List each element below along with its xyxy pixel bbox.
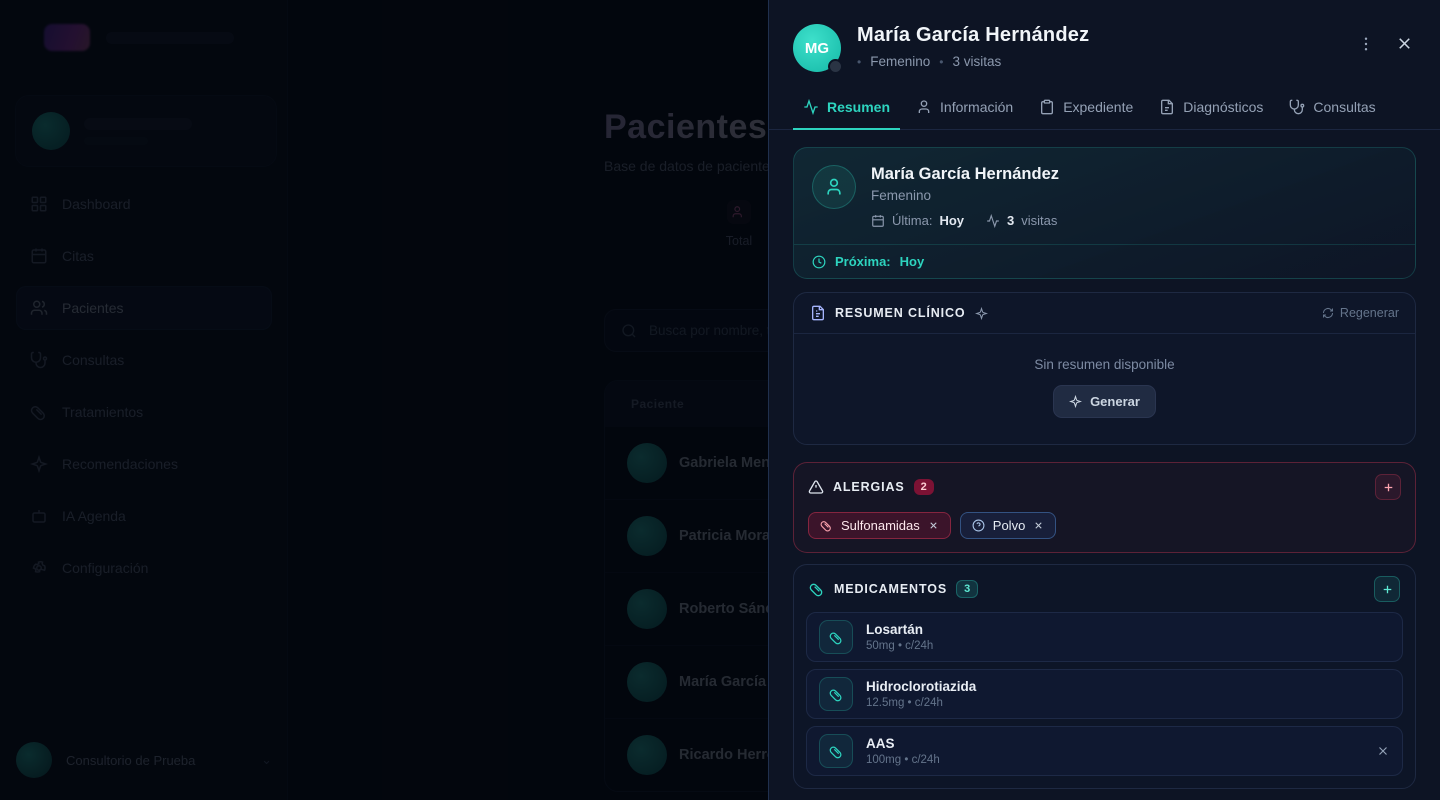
medication-name: Hidroclorotiazida (866, 679, 976, 694)
stethoscope-icon (1289, 99, 1305, 115)
drawer-patient-name: María García Hernández (857, 24, 1339, 47)
medications-count-badge: 3 (956, 580, 978, 598)
warning-triangle-icon (808, 479, 824, 495)
add-medication-button[interactable] (1374, 576, 1400, 602)
refresh-icon (1322, 307, 1334, 319)
tab-label: Consultas (1313, 99, 1375, 115)
close-icon (1395, 34, 1414, 53)
drawer-content: María García Hernández Femenino Última: … (769, 130, 1440, 800)
add-allergy-button[interactable] (1375, 474, 1401, 500)
help-circle-icon (972, 519, 985, 532)
patient-icon (812, 165, 856, 209)
regenerate-button[interactable]: Regenerar (1322, 306, 1399, 320)
tab-label: Información (940, 99, 1013, 115)
remove-allergy-icon[interactable] (928, 520, 939, 531)
medication-item[interactable]: Losartán 50mg • c/24h (806, 612, 1403, 662)
next-appointment-row: Próxima: Hoy (794, 244, 1415, 278)
clock-icon (812, 255, 826, 269)
close-icon (1376, 744, 1390, 758)
drawer-tabs: Resumen Información Expediente Diagnósti… (769, 84, 1440, 130)
allergy-label: Polvo (993, 518, 1026, 533)
medication-dose: 12.5mg • c/24h (866, 697, 976, 709)
close-drawer-button[interactable] (1393, 32, 1416, 55)
drawer-header: MG María García Hernández • Femenino • 3… (769, 0, 1440, 84)
summary-empty-text: Sin resumen disponible (814, 357, 1395, 372)
more-options-button[interactable] (1355, 33, 1377, 55)
tab-resumen[interactable]: Resumen (793, 84, 900, 130)
bullet: • (939, 55, 943, 69)
activity-icon (986, 214, 1000, 228)
next-value: Hoy (900, 254, 925, 269)
visits-count: 3 (1007, 213, 1014, 228)
allergies-title: ALERGIAS (833, 480, 905, 494)
pill-icon (819, 620, 853, 654)
generate-button[interactable]: Generar (1053, 385, 1156, 418)
card-patient-name: María García Hernández (871, 165, 1059, 184)
patient-summary-card: María García Hernández Femenino Última: … (793, 147, 1416, 279)
tab-informacion[interactable]: Información (906, 84, 1023, 130)
next-label: Próxima: (835, 254, 891, 269)
medication-name: AAS (866, 736, 940, 751)
activity-icon (803, 99, 819, 115)
regenerate-label: Regenerar (1340, 306, 1399, 320)
tab-diagnosticos[interactable]: Diagnósticos (1149, 84, 1273, 130)
allergies-card: ALERGIAS 2 Sulfonamidas Polvo (793, 462, 1416, 553)
generate-label: Generar (1090, 394, 1140, 409)
allergy-chip-polvo[interactable]: Polvo (960, 512, 1057, 539)
visits-label: visitas (1021, 213, 1057, 228)
bullet: • (857, 55, 861, 69)
card-patient-visit-meta: Última: Hoy 3 visitas (871, 213, 1059, 228)
medication-item[interactable]: AAS 100mg • c/24h (806, 726, 1403, 776)
more-vertical-icon (1357, 35, 1375, 53)
patient-gender: Femenino (870, 54, 930, 69)
last-visit-label: Última: (892, 213, 932, 228)
tab-consultas[interactable]: Consultas (1279, 84, 1385, 130)
tab-expediente[interactable]: Expediente (1029, 84, 1143, 130)
sparkles-icon (975, 307, 988, 320)
drawer-patient-meta: • Femenino • 3 visitas (857, 54, 1339, 69)
file-text-icon (810, 305, 826, 321)
medication-dose: 100mg • c/24h (866, 754, 940, 766)
avatar-initials: MG (805, 40, 829, 57)
clipboard-icon (1039, 99, 1055, 115)
remove-allergy-icon[interactable] (1033, 520, 1044, 531)
file-text-icon (1159, 99, 1175, 115)
medications-card: MEDICAMENTOS 3 Losartán 50mg • c/24h (793, 564, 1416, 789)
allergy-label: Sulfonamidas (841, 518, 920, 533)
tab-label: Diagnósticos (1183, 99, 1263, 115)
allergy-chip-sulfonamidas[interactable]: Sulfonamidas (808, 512, 951, 539)
pill-icon (820, 519, 833, 532)
medication-item[interactable]: Hidroclorotiazida 12.5mg • c/24h (806, 669, 1403, 719)
pill-icon (819, 677, 853, 711)
clinical-summary-card: RESUMEN CLÍNICO Regenerar Sin resumen di… (793, 292, 1416, 445)
sparkles-icon (1069, 395, 1082, 408)
allergies-count-badge: 2 (914, 479, 934, 495)
medications-title: MEDICAMENTOS (834, 582, 947, 596)
pill-icon (819, 734, 853, 768)
card-patient-gender: Femenino (871, 188, 1059, 203)
patient-drawer: MG María García Hernández • Femenino • 3… (768, 0, 1440, 800)
patient-visits: 3 visitas (952, 54, 1001, 69)
avatar-status-badge (828, 59, 843, 74)
remove-medication-button[interactable] (1376, 744, 1390, 758)
last-visit-value: Hoy (939, 213, 964, 228)
medication-dose: 50mg • c/24h (866, 640, 933, 652)
tab-label: Resumen (827, 99, 890, 115)
plus-icon (1382, 481, 1395, 494)
screen: Dashboard Citas Pacientes Consultas Trat… (0, 0, 1440, 800)
pill-icon (809, 581, 825, 597)
patient-initials-avatar: MG (793, 24, 841, 72)
plus-icon (1381, 583, 1394, 596)
tab-label: Expediente (1063, 99, 1133, 115)
medication-name: Losartán (866, 622, 933, 637)
calendar-icon (871, 214, 885, 228)
summary-title: RESUMEN CLÍNICO (835, 306, 966, 320)
user-icon (916, 99, 932, 115)
